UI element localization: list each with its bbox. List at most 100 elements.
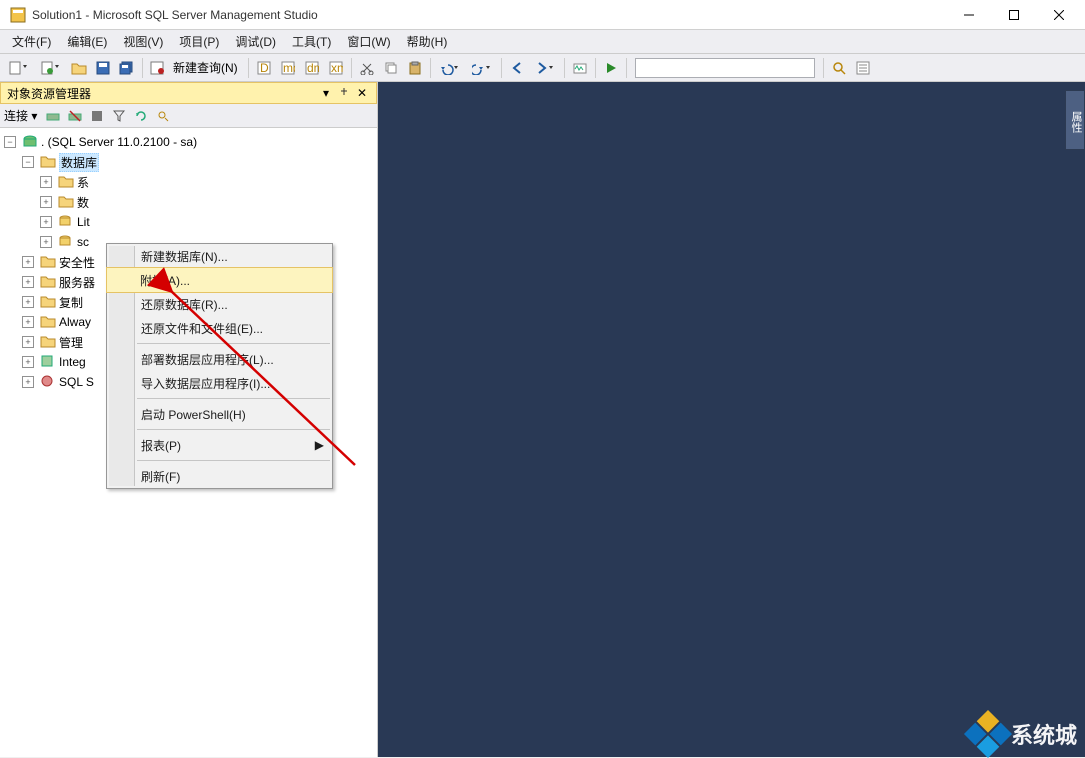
new-query-label[interactable]: 新建查询(N) xyxy=(171,59,244,76)
menu-project[interactable]: 项目(P) xyxy=(171,31,227,52)
databases-label: 数据库 xyxy=(59,153,99,172)
agent-icon xyxy=(40,374,56,390)
properties-dock-tab[interactable]: 属性 xyxy=(1065,90,1085,150)
search-icon[interactable] xyxy=(153,106,173,126)
nav-back-button[interactable] xyxy=(506,57,528,79)
dmx-query-button[interactable]: dm xyxy=(301,57,323,79)
submenu-arrow-icon: ▶ xyxy=(315,438,324,452)
db-engine-query-button[interactable]: D xyxy=(253,57,275,79)
object-explorer-title: 对象资源管理器 xyxy=(7,85,91,102)
context-menu-item[interactable]: 还原文件和文件组(E)... xyxy=(107,316,332,340)
tree-node[interactable]: +数 xyxy=(0,192,377,212)
svg-text:D: D xyxy=(260,61,269,75)
context-menu-item-label: 刷新(F) xyxy=(141,468,180,485)
context-menu-item[interactable]: 刷新(F) xyxy=(107,464,332,488)
paste-button[interactable] xyxy=(404,57,426,79)
main-toolbar: 新建查询(N) D md dm xm xyxy=(0,54,1085,82)
menu-file[interactable]: 文件(F) xyxy=(4,31,59,52)
panel-close-icon[interactable]: ✕ xyxy=(354,85,370,101)
folder-icon xyxy=(40,334,56,350)
context-menu-item[interactable]: 导入数据层应用程序(I)... xyxy=(107,371,332,395)
svg-text:dm: dm xyxy=(307,61,319,75)
minimize-button[interactable] xyxy=(946,0,991,29)
folder-icon xyxy=(40,154,56,170)
stop-icon[interactable] xyxy=(87,106,107,126)
expand-icon[interactable]: + xyxy=(40,176,52,188)
undo-button[interactable] xyxy=(435,57,465,79)
context-menu-item-label: 新建数据库(N)... xyxy=(141,248,228,265)
folder-icon xyxy=(40,294,56,310)
title-bar: Solution1 - Microsoft SQL Server Managem… xyxy=(0,0,1085,30)
expand-icon[interactable]: + xyxy=(22,256,34,268)
options-button[interactable] xyxy=(852,57,874,79)
expand-icon[interactable]: + xyxy=(40,216,52,228)
server-icon xyxy=(22,134,38,150)
window-controls xyxy=(946,0,1081,29)
context-menu-item[interactable]: 报表(P)▶ xyxy=(107,433,332,457)
folder-icon xyxy=(40,274,56,290)
expand-icon[interactable]: + xyxy=(22,376,34,388)
context-menu-item-label: 还原数据库(R)... xyxy=(141,296,228,313)
panel-pin-icon[interactable] xyxy=(336,85,352,101)
context-menu-item[interactable]: 启动 PowerShell(H) xyxy=(107,402,332,426)
menu-edit[interactable]: 编辑(E) xyxy=(59,31,115,52)
folder-icon xyxy=(40,314,56,330)
maximize-button[interactable] xyxy=(991,0,1036,29)
refresh-icon[interactable] xyxy=(131,106,151,126)
context-menu-separator xyxy=(137,343,330,344)
tree-node[interactable]: +Lit xyxy=(0,212,377,232)
main-area: 对象资源管理器 ▾ ✕ 连接 ▾ − . (SQL Server 11.0.21… xyxy=(0,82,1085,757)
save-button[interactable] xyxy=(92,57,114,79)
cut-button[interactable] xyxy=(356,57,378,79)
menu-window[interactable]: 窗口(W) xyxy=(339,31,398,52)
collapse-icon[interactable]: − xyxy=(4,136,16,148)
tree-node[interactable]: +系 xyxy=(0,172,377,192)
database-combo[interactable] xyxy=(635,58,815,78)
disconnect-icon[interactable] xyxy=(65,106,85,126)
svg-text:md: md xyxy=(283,61,295,75)
menu-debug[interactable]: 调试(D) xyxy=(227,31,284,52)
add-item-button[interactable] xyxy=(36,57,66,79)
close-button[interactable] xyxy=(1036,0,1081,29)
new-query-icon[interactable] xyxy=(147,57,169,79)
context-menu-item[interactable]: 附加(A)... xyxy=(106,267,333,293)
expand-icon[interactable]: + xyxy=(22,356,34,368)
expand-icon[interactable]: + xyxy=(40,236,52,248)
collapse-icon[interactable]: − xyxy=(22,156,34,168)
open-button[interactable] xyxy=(68,57,90,79)
xmla-query-button[interactable]: xm xyxy=(325,57,347,79)
copy-button[interactable] xyxy=(380,57,402,79)
window-title: Solution1 - Microsoft SQL Server Managem… xyxy=(32,8,946,22)
expand-icon[interactable]: + xyxy=(22,276,34,288)
menu-tools[interactable]: 工具(T) xyxy=(284,31,339,52)
redo-button[interactable] xyxy=(467,57,497,79)
connect-dropdown[interactable]: 连接 ▾ xyxy=(4,107,37,124)
tree-databases-node[interactable]: − 数据库 xyxy=(0,152,377,172)
tree-server-node[interactable]: − . (SQL Server 11.0.2100 - sa) xyxy=(0,132,377,152)
database-icon xyxy=(58,234,74,250)
expand-icon[interactable]: + xyxy=(22,316,34,328)
start-debug-button[interactable] xyxy=(600,57,622,79)
context-menu-item[interactable]: 新建数据库(N)... xyxy=(107,244,332,268)
expand-icon[interactable]: + xyxy=(40,196,52,208)
find-button[interactable] xyxy=(828,57,850,79)
context-menu-item-label: 附加(A)... xyxy=(140,272,190,289)
context-menu-item-label: 导入数据层应用程序(I)... xyxy=(141,375,270,392)
expand-icon[interactable]: + xyxy=(22,296,34,308)
menu-view[interactable]: 视图(V) xyxy=(115,31,171,52)
connect-icon[interactable] xyxy=(43,106,63,126)
activity-monitor-button[interactable] xyxy=(569,57,591,79)
save-all-button[interactable] xyxy=(116,57,138,79)
context-menu-item-label: 还原文件和文件组(E)... xyxy=(141,320,263,337)
mdx-query-button[interactable]: md xyxy=(277,57,299,79)
menu-help[interactable]: 帮助(H) xyxy=(399,31,456,52)
server-label: . (SQL Server 11.0.2100 - sa) xyxy=(41,135,197,149)
nav-fwd-button[interactable] xyxy=(530,57,560,79)
context-menu-item[interactable]: 部署数据层应用程序(L)... xyxy=(107,347,332,371)
filter-icon[interactable] xyxy=(109,106,129,126)
expand-icon[interactable]: + xyxy=(22,336,34,348)
object-explorer-title-bar[interactable]: 对象资源管理器 ▾ ✕ xyxy=(0,82,377,104)
panel-dropdown-icon[interactable]: ▾ xyxy=(318,85,334,101)
context-menu-item[interactable]: 还原数据库(R)... xyxy=(107,292,332,316)
new-project-button[interactable] xyxy=(4,57,34,79)
